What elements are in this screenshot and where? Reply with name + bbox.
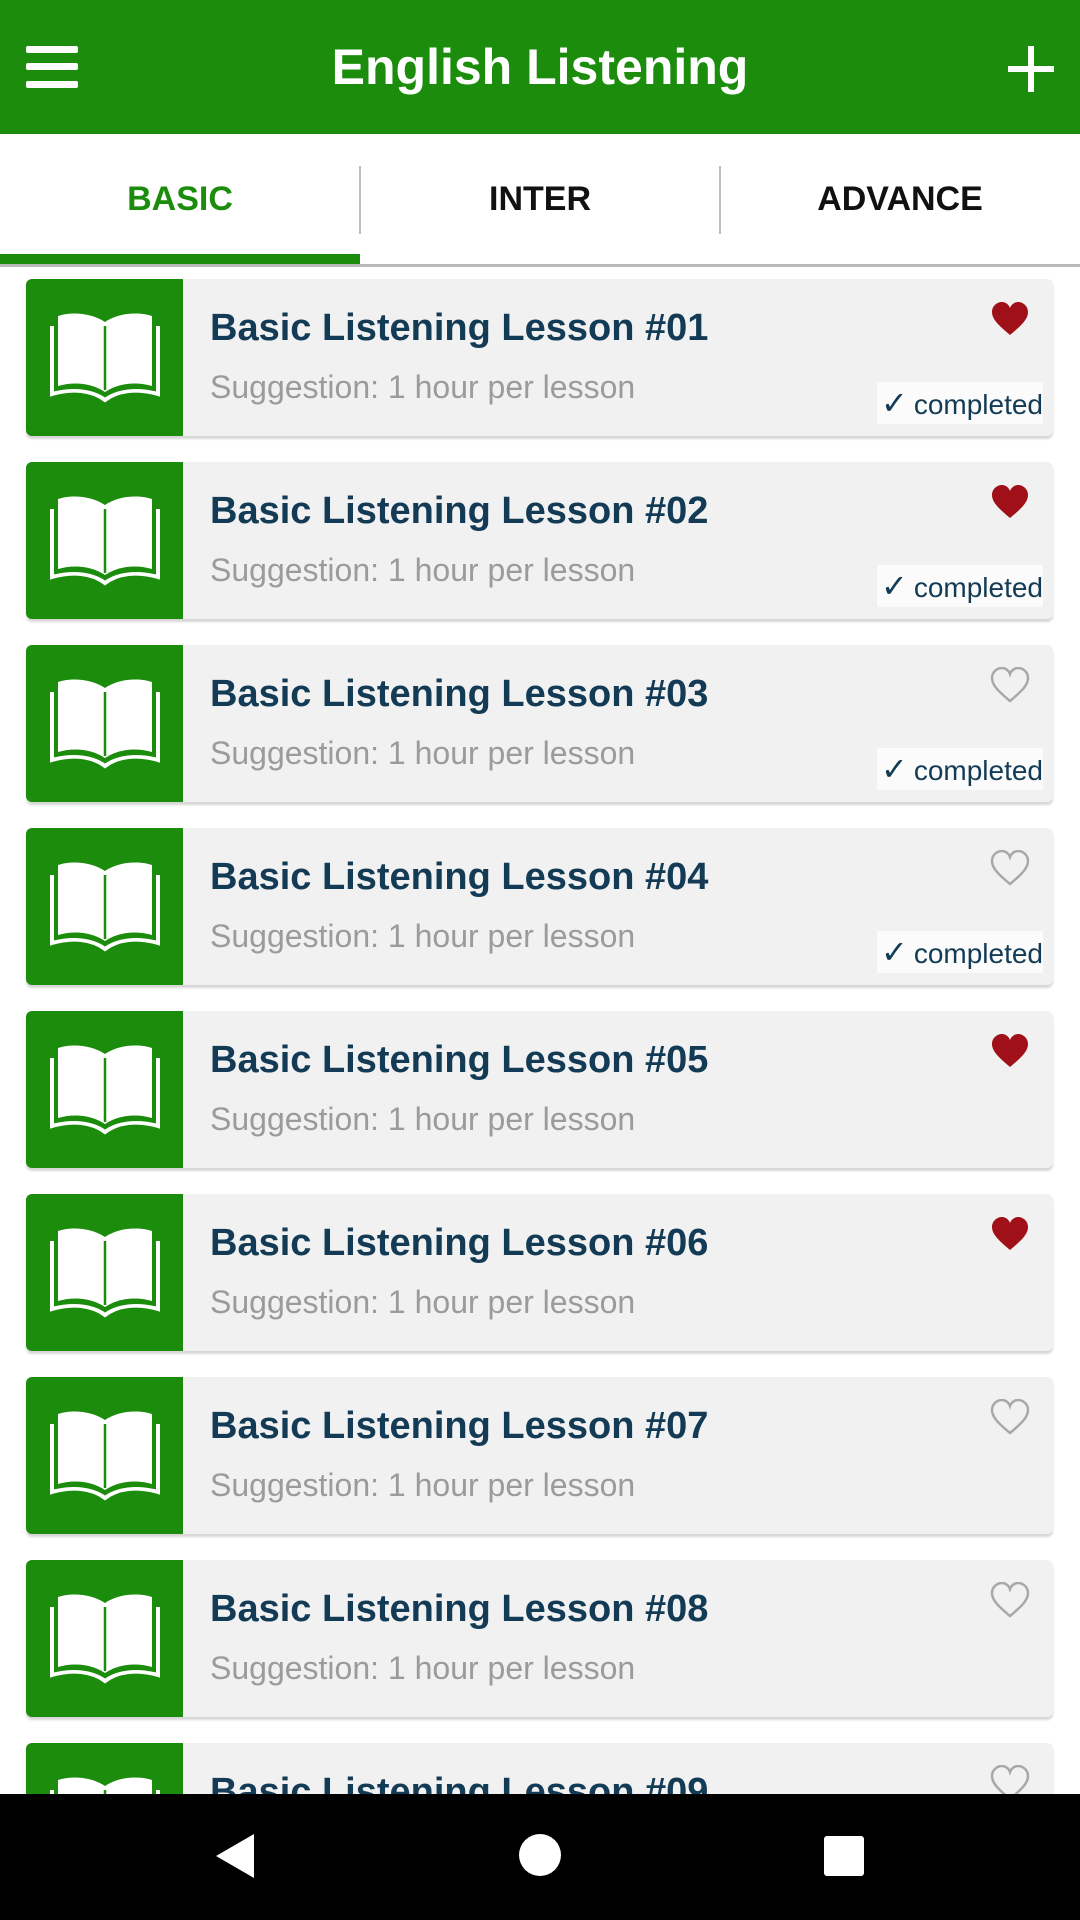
heart-filled-icon[interactable] <box>990 301 1030 337</box>
active-tab-indicator <box>0 254 360 264</box>
check-icon: ✓ <box>881 751 908 787</box>
lesson-thumbnail <box>26 1011 183 1168</box>
heart-filled-icon[interactable] <box>990 484 1030 520</box>
lesson-title: Basic Listening Lesson #07 <box>210 1405 709 1447</box>
book-icon <box>49 1411 160 1501</box>
heart-filled-icon[interactable] <box>990 1033 1030 1069</box>
book-icon <box>49 679 160 769</box>
lesson-title: Basic Listening Lesson #05 <box>210 1039 709 1081</box>
tab-basic[interactable]: BASIC <box>0 134 360 264</box>
lesson-title: Basic Listening Lesson #08 <box>210 1588 709 1630</box>
heart-outline-icon[interactable] <box>990 1764 1030 1794</box>
completed-label: completed <box>913 389 1043 420</box>
lesson-list[interactable]: Basic Listening Lesson #01 Suggestion: 1 … <box>0 267 1080 1794</box>
lesson-thumbnail <box>26 279 183 436</box>
book-icon <box>49 313 160 403</box>
lesson-suggestion: Suggestion: 1 hour per lesson <box>210 1467 636 1503</box>
lesson-thumbnail <box>26 1743 183 1794</box>
lesson-thumbnail <box>26 462 183 619</box>
check-icon: ✓ <box>881 934 908 970</box>
lesson-suggestion: Suggestion: 1 hour per lesson <box>210 1284 636 1320</box>
lesson-title: Basic Listening Lesson #06 <box>210 1222 709 1264</box>
book-icon <box>49 1777 160 1794</box>
lesson-suggestion: Suggestion: 1 hour per lesson <box>210 1650 636 1686</box>
book-icon <box>49 1228 160 1318</box>
lesson-card[interactable]: Basic Listening Lesson #07 Suggestion: 1 … <box>26 1377 1053 1534</box>
completed-label: completed <box>913 572 1043 603</box>
lesson-card[interactable]: Basic Listening Lesson #09Suggestion: 1 … <box>26 1743 1053 1794</box>
app-bar: English Listening <box>0 0 1080 134</box>
book-icon <box>49 496 160 586</box>
completed-label: completed <box>913 755 1043 786</box>
lesson-suggestion: Suggestion: 1 hour per lesson <box>210 918 636 954</box>
lesson-thumbnail <box>26 1377 183 1534</box>
lesson-thumbnail <box>26 828 183 985</box>
lesson-card[interactable]: Basic Listening Lesson #06 Suggestion: 1 … <box>26 1194 1053 1351</box>
home-circle-icon[interactable] <box>519 1834 561 1876</box>
heart-outline-icon[interactable] <box>990 849 1030 886</box>
tab-inter[interactable]: INTER <box>360 134 720 264</box>
lesson-title: Basic Listening Lesson #04 <box>210 856 709 898</box>
recents-square-icon[interactable] <box>824 1836 864 1876</box>
completed-badge: ✓ completed <box>877 382 1043 424</box>
completed-label: completed <box>913 938 1043 969</box>
lesson-title: Basic Listening Lesson #01 <box>210 307 709 349</box>
lesson-card[interactable]: Basic Listening Lesson #04 Suggestion: 1 … <box>26 828 1053 985</box>
lesson-suggestion: Suggestion: 1 hour per lesson <box>210 369 636 405</box>
hamburger-menu-icon[interactable] <box>26 46 78 88</box>
plus-icon[interactable] <box>1008 46 1054 92</box>
heart-outline-icon[interactable] <box>990 666 1030 703</box>
lesson-title: Basic Listening Lesson #09 <box>210 1771 709 1794</box>
lesson-title: Basic Listening Lesson #03 <box>210 673 709 715</box>
tab-advance[interactable]: ADVANCE <box>720 134 1080 264</box>
level-tabs: BASIC INTER ADVANCE <box>0 134 1080 267</box>
lesson-card[interactable]: Basic Listening Lesson #03 Suggestion: 1 … <box>26 645 1053 802</box>
book-icon <box>49 1594 160 1684</box>
completed-badge: ✓ completed <box>877 931 1043 973</box>
lesson-thumbnail <box>26 1560 183 1717</box>
heart-filled-icon[interactable] <box>990 1216 1030 1252</box>
lesson-card[interactable]: Basic Listening Lesson #01 Suggestion: 1 … <box>26 279 1053 436</box>
lesson-title: Basic Listening Lesson #02 <box>210 490 709 532</box>
lesson-card[interactable]: Basic Listening Lesson #05 Suggestion: 1 … <box>26 1011 1053 1168</box>
book-icon <box>49 1045 160 1135</box>
lesson-suggestion: Suggestion: 1 hour per lesson <box>210 552 636 588</box>
heart-outline-icon[interactable] <box>990 1398 1030 1435</box>
completed-badge: ✓ completed <box>877 748 1043 790</box>
lesson-thumbnail <box>26 1194 183 1351</box>
check-icon: ✓ <box>881 568 908 604</box>
lesson-thumbnail <box>26 645 183 802</box>
app-title: English Listening <box>331 39 749 95</box>
back-triangle-icon[interactable] <box>216 1834 254 1878</box>
system-navigation-bar <box>0 1794 1080 1920</box>
heart-outline-icon[interactable] <box>990 1581 1030 1618</box>
lesson-card[interactable]: Basic Listening Lesson #08 Suggestion: 1 … <box>26 1560 1053 1717</box>
check-icon: ✓ <box>881 385 908 421</box>
lesson-suggestion: Suggestion: 1 hour per lesson <box>210 1101 636 1137</box>
lesson-suggestion: Suggestion: 1 hour per lesson <box>210 735 636 771</box>
lesson-card[interactable]: Basic Listening Lesson #02 Suggestion: 1 … <box>26 462 1053 619</box>
book-icon <box>49 862 160 952</box>
completed-badge: ✓ completed <box>877 565 1043 607</box>
